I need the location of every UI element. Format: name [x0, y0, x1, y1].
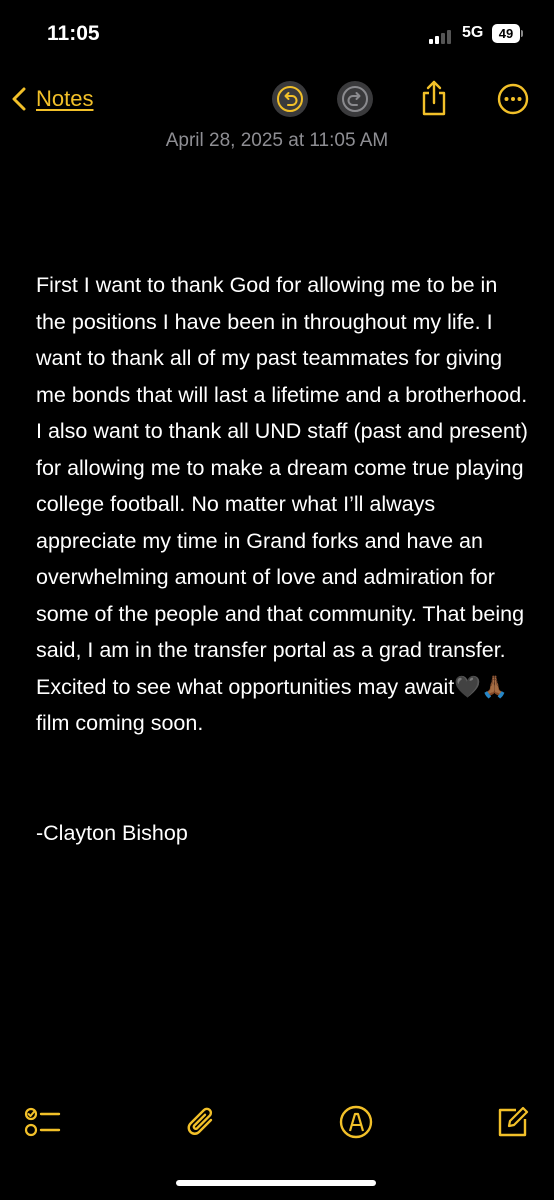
- redo-button[interactable]: [337, 81, 373, 117]
- status-time: 11:05: [47, 22, 100, 45]
- bottom-toolbar: [0, 1100, 554, 1144]
- attachment-button[interactable]: [184, 1104, 220, 1140]
- battery-icon: 49: [492, 24, 520, 43]
- network-type: 5G: [462, 24, 484, 41]
- more-icon: [497, 83, 529, 115]
- status-bar: 11:05 5G 49: [0, 0, 554, 70]
- chevron-left-icon: [12, 87, 26, 111]
- compose-icon: [498, 1106, 529, 1137]
- share-icon: [422, 80, 446, 116]
- back-button[interactable]: Notes: [12, 82, 93, 116]
- more-button[interactable]: [497, 83, 529, 115]
- undo-icon: [277, 86, 303, 112]
- back-label: Notes: [36, 86, 94, 111]
- note-body-text[interactable]: First I want to thank God for allowing m…: [36, 267, 531, 851]
- cellular-signal-icon: [429, 30, 455, 44]
- note-date: April 28, 2025 at 11:05 AM: [165, 130, 389, 151]
- redo-icon: [342, 86, 368, 112]
- battery-nub: [521, 30, 523, 37]
- share-button[interactable]: [419, 79, 449, 117]
- markup-button[interactable]: [338, 1104, 374, 1140]
- undo-button[interactable]: [272, 81, 308, 117]
- checklist-button[interactable]: [24, 1104, 61, 1140]
- checklist-icon: [24, 1107, 61, 1137]
- compose-button[interactable]: [494, 1104, 530, 1140]
- nav-bar: Notes: [0, 76, 554, 122]
- home-indicator[interactable]: [176, 1180, 376, 1186]
- markup-pen-icon: [339, 1105, 373, 1139]
- paperclip-icon: [187, 1107, 213, 1135]
